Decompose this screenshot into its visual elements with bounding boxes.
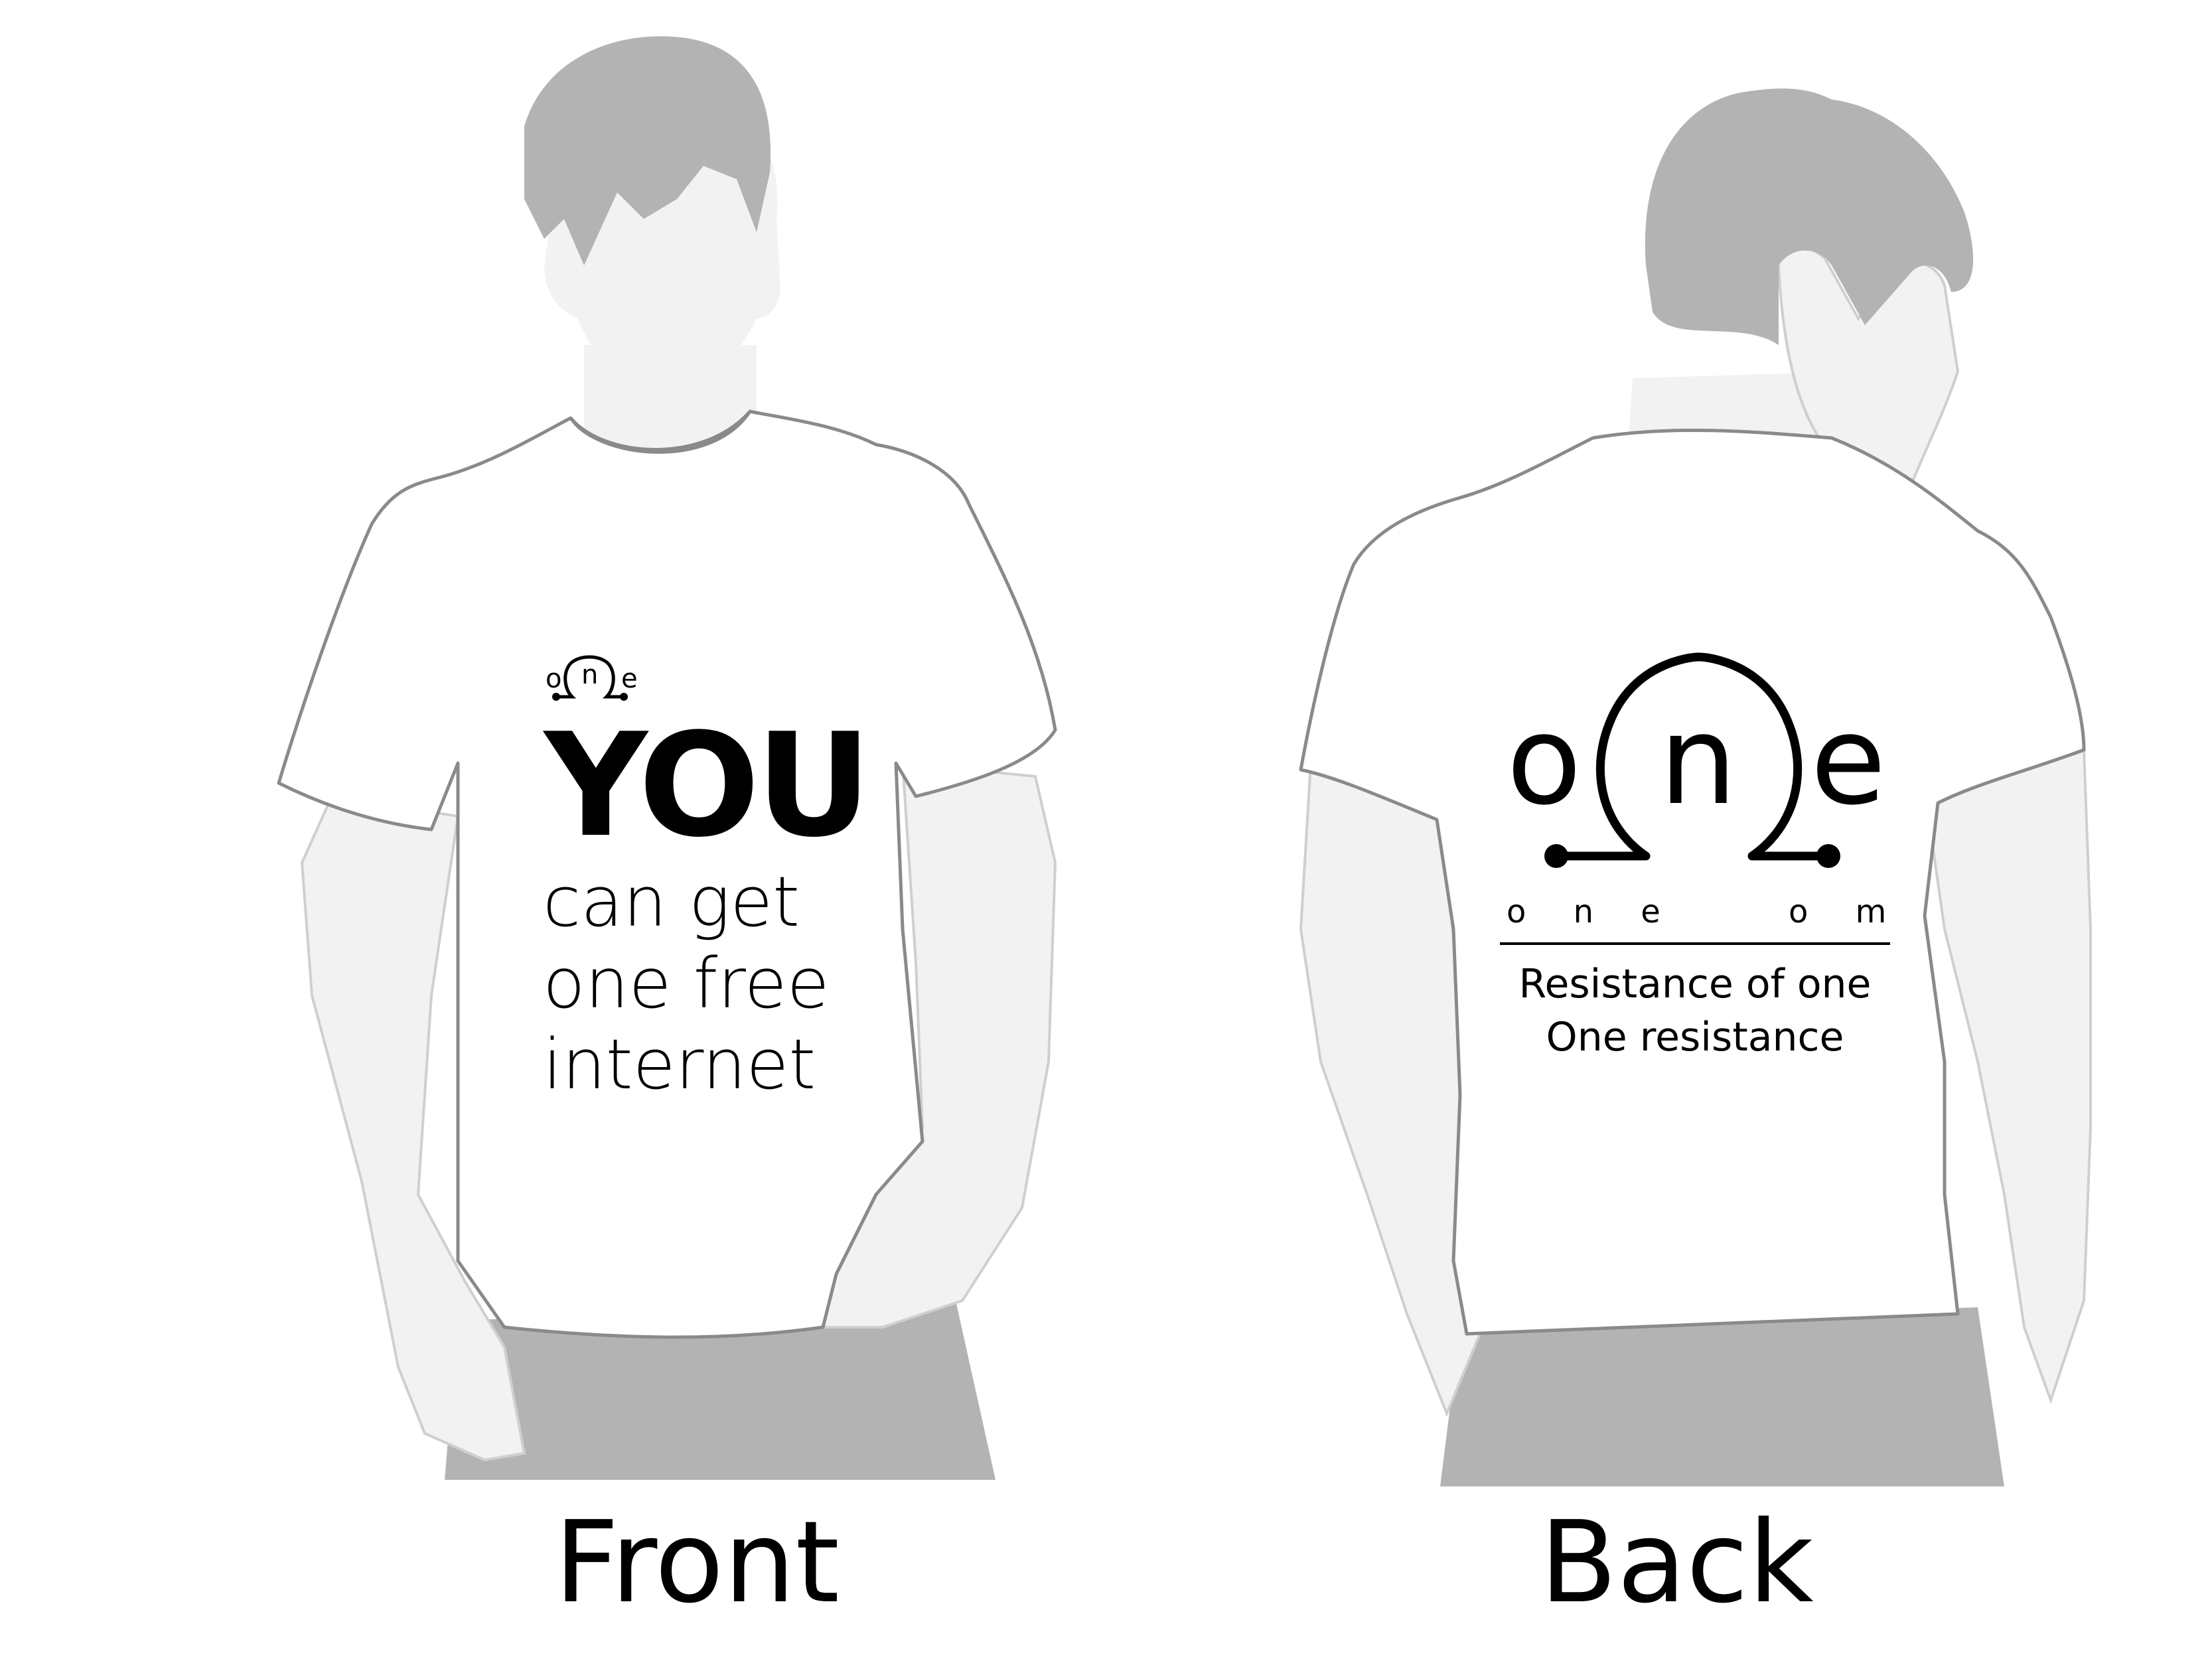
back-subtitle-left: o n e: [1507, 893, 1679, 930]
back-logo-letter-n: n: [1659, 689, 1737, 832]
front-caption: Front: [554, 1497, 840, 1628]
back-logo-letter-o: o: [1507, 689, 1582, 832]
back-logo-letter-e: e: [1810, 689, 1886, 832]
back-subtitle-right: o m: [1789, 893, 1905, 930]
tshirt-mockup-scene: o n e YOU can get one free internet o n: [277, 36, 2092, 1486]
back-tagline-2: One resistance: [1546, 1014, 1844, 1060]
back-caption: Back: [1540, 1497, 1814, 1628]
back-tagline-1: Resistance of one: [1519, 961, 1872, 1007]
back-logo-dot-right: [1816, 844, 1840, 868]
back-pants: [1440, 1307, 2004, 1486]
front-logo-letter-o: o: [546, 664, 561, 694]
front-logo-dot-right: [620, 693, 628, 701]
front-line-1: can get: [543, 861, 800, 942]
back-logo-dot-left: [1544, 844, 1568, 868]
front-line-3: internet: [543, 1024, 816, 1105]
front-logo-letter-e: e: [621, 664, 638, 694]
front-logo-letter-n: n: [581, 660, 598, 690]
front-line-2: one free: [543, 943, 830, 1024]
front-logo-dot-left: [552, 693, 560, 701]
front-headline: YOU: [542, 702, 867, 869]
